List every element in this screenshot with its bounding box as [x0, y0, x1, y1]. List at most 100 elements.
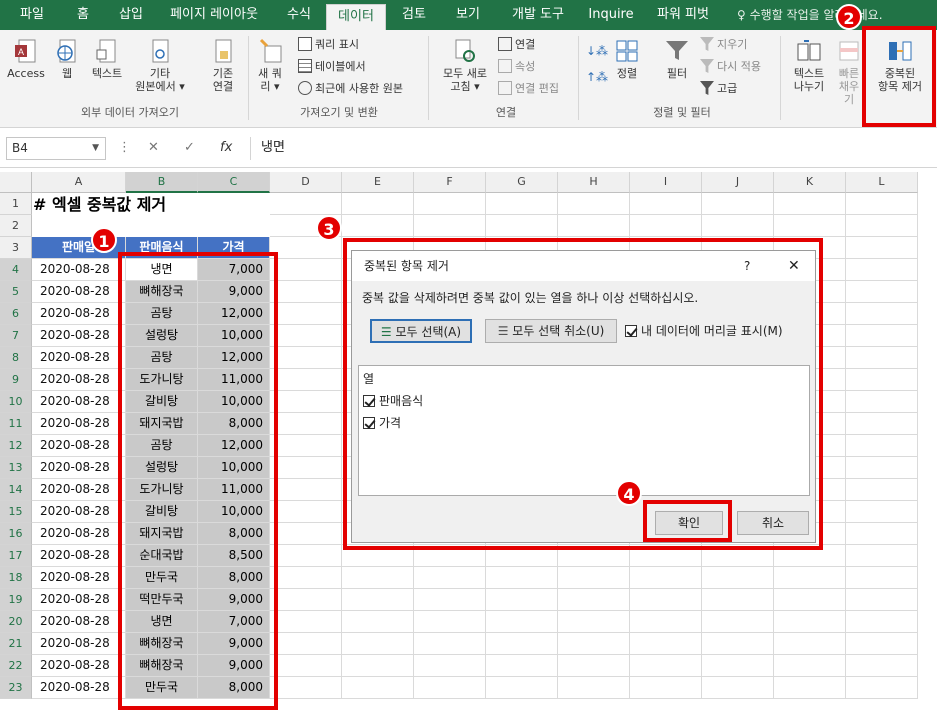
column-header-l[interactable]: L [846, 172, 918, 193]
row-header[interactable]: 2 [0, 215, 32, 237]
column-header-b[interactable]: B [126, 172, 198, 193]
empty-cell[interactable] [342, 677, 414, 699]
empty-cell[interactable] [270, 567, 342, 589]
empty-cell[interactable] [342, 589, 414, 611]
empty-cell[interactable] [702, 677, 774, 699]
empty-cell[interactable] [630, 567, 702, 589]
refresh-all-button[interactable]: 모두 새로 고침 ▾ [436, 38, 494, 93]
row-header[interactable]: 6 [0, 303, 32, 325]
row-header[interactable]: 23 [0, 677, 32, 699]
tab-view[interactable]: 보기 [450, 0, 486, 30]
date-cell[interactable]: 2020-08-28 [32, 545, 126, 567]
empty-cell[interactable] [630, 611, 702, 633]
empty-cell[interactable] [702, 611, 774, 633]
empty-cell[interactable] [630, 589, 702, 611]
empty-cell[interactable] [702, 567, 774, 589]
empty-cell[interactable] [270, 545, 342, 567]
recent-sources-button[interactable]: 최근에 사용한 원본 [298, 80, 403, 98]
empty-cell[interactable] [486, 589, 558, 611]
row-header[interactable]: 15 [0, 501, 32, 523]
connections-button[interactable]: 연결 [498, 36, 535, 54]
empty-cell[interactable] [414, 567, 486, 589]
existing-connections-button[interactable]: 기존 연결 [205, 38, 241, 93]
tab-file[interactable]: 파일 [14, 0, 50, 30]
empty-cell[interactable] [414, 655, 486, 677]
date-cell[interactable]: 2020-08-28 [32, 633, 126, 655]
date-cell[interactable]: 2020-08-28 [32, 611, 126, 633]
empty-cell[interactable] [774, 589, 846, 611]
date-cell[interactable]: 2020-08-28 [32, 413, 126, 435]
select-all-corner[interactable] [0, 172, 32, 193]
empty-cell[interactable] [846, 435, 918, 457]
row-header[interactable]: 9 [0, 369, 32, 391]
empty-cell[interactable] [270, 193, 342, 215]
empty-cell[interactable] [846, 281, 918, 303]
column-header-a[interactable]: A [32, 172, 126, 193]
column-header-c[interactable]: C [198, 172, 270, 193]
row-header[interactable]: 5 [0, 281, 32, 303]
empty-cell[interactable] [846, 215, 918, 237]
row-header[interactable]: 7 [0, 325, 32, 347]
column-header-d[interactable]: D [270, 172, 342, 193]
empty-cell[interactable] [342, 567, 414, 589]
empty-cell[interactable] [846, 655, 918, 677]
advanced-filter-button[interactable]: 고급 [700, 80, 737, 98]
date-cell[interactable]: 2020-08-28 [32, 369, 126, 391]
row-header[interactable]: 17 [0, 545, 32, 567]
sort-button[interactable]: 정렬 [610, 38, 644, 80]
column-header-k[interactable]: K [774, 172, 846, 193]
sort-za-button[interactable]: ↑⁂ [586, 68, 608, 86]
empty-cell[interactable] [702, 193, 774, 215]
empty-cell[interactable] [846, 523, 918, 545]
empty-cell[interactable] [846, 237, 918, 259]
empty-cell[interactable] [630, 215, 702, 237]
new-query-button[interactable]: 새 쿼리 ▾ [254, 38, 286, 93]
row-header[interactable]: 3 [0, 237, 32, 259]
empty-cell[interactable] [342, 611, 414, 633]
column-header-f[interactable]: F [414, 172, 486, 193]
empty-cell[interactable] [270, 633, 342, 655]
empty-cell[interactable] [774, 567, 846, 589]
row-header[interactable]: 16 [0, 523, 32, 545]
row-header[interactable]: 1 [0, 193, 32, 215]
cancel-icon[interactable]: ✕ [148, 140, 159, 155]
empty-cell[interactable] [270, 655, 342, 677]
empty-cell[interactable] [846, 479, 918, 501]
filter-button[interactable]: 필터 [660, 38, 694, 80]
column-header-j[interactable]: J [702, 172, 774, 193]
other-sources-button[interactable]: 기타 원본에서 ▾ [130, 38, 190, 93]
empty-cell[interactable] [774, 193, 846, 215]
empty-cell[interactable] [846, 347, 918, 369]
tab-insert[interactable]: 삽입 [113, 0, 149, 30]
empty-cell[interactable] [414, 215, 486, 237]
date-cell[interactable]: 2020-08-28 [32, 391, 126, 413]
empty-cell[interactable] [270, 589, 342, 611]
empty-cell[interactable] [342, 655, 414, 677]
date-cell[interactable]: 2020-08-28 [32, 589, 126, 611]
row-header[interactable]: 22 [0, 655, 32, 677]
empty-cell[interactable] [270, 611, 342, 633]
empty-cell[interactable] [270, 259, 342, 281]
empty-cell[interactable] [558, 589, 630, 611]
column-header-h[interactable]: H [558, 172, 630, 193]
empty-cell[interactable] [270, 347, 342, 369]
reapply-button[interactable]: 다시 적용 [700, 58, 761, 76]
column-header-e[interactable]: E [342, 172, 414, 193]
empty-cell[interactable] [486, 567, 558, 589]
empty-cell[interactable] [486, 655, 558, 677]
date-cell[interactable]: 2020-08-28 [32, 501, 126, 523]
empty-cell[interactable] [846, 259, 918, 281]
empty-cell[interactable] [486, 677, 558, 699]
empty-cell[interactable] [486, 193, 558, 215]
empty-cell[interactable] [558, 655, 630, 677]
empty-cell[interactable] [702, 633, 774, 655]
row-header[interactable]: 11 [0, 413, 32, 435]
tab-formulas[interactable]: 수식 [282, 0, 316, 30]
empty-cell[interactable] [702, 589, 774, 611]
empty-cell[interactable] [702, 215, 774, 237]
sort-az-button[interactable]: ↓⁂ [586, 42, 608, 60]
empty-cell[interactable] [486, 633, 558, 655]
empty-cell[interactable] [342, 215, 414, 237]
empty-cell[interactable] [270, 435, 342, 457]
empty-cell[interactable] [846, 633, 918, 655]
